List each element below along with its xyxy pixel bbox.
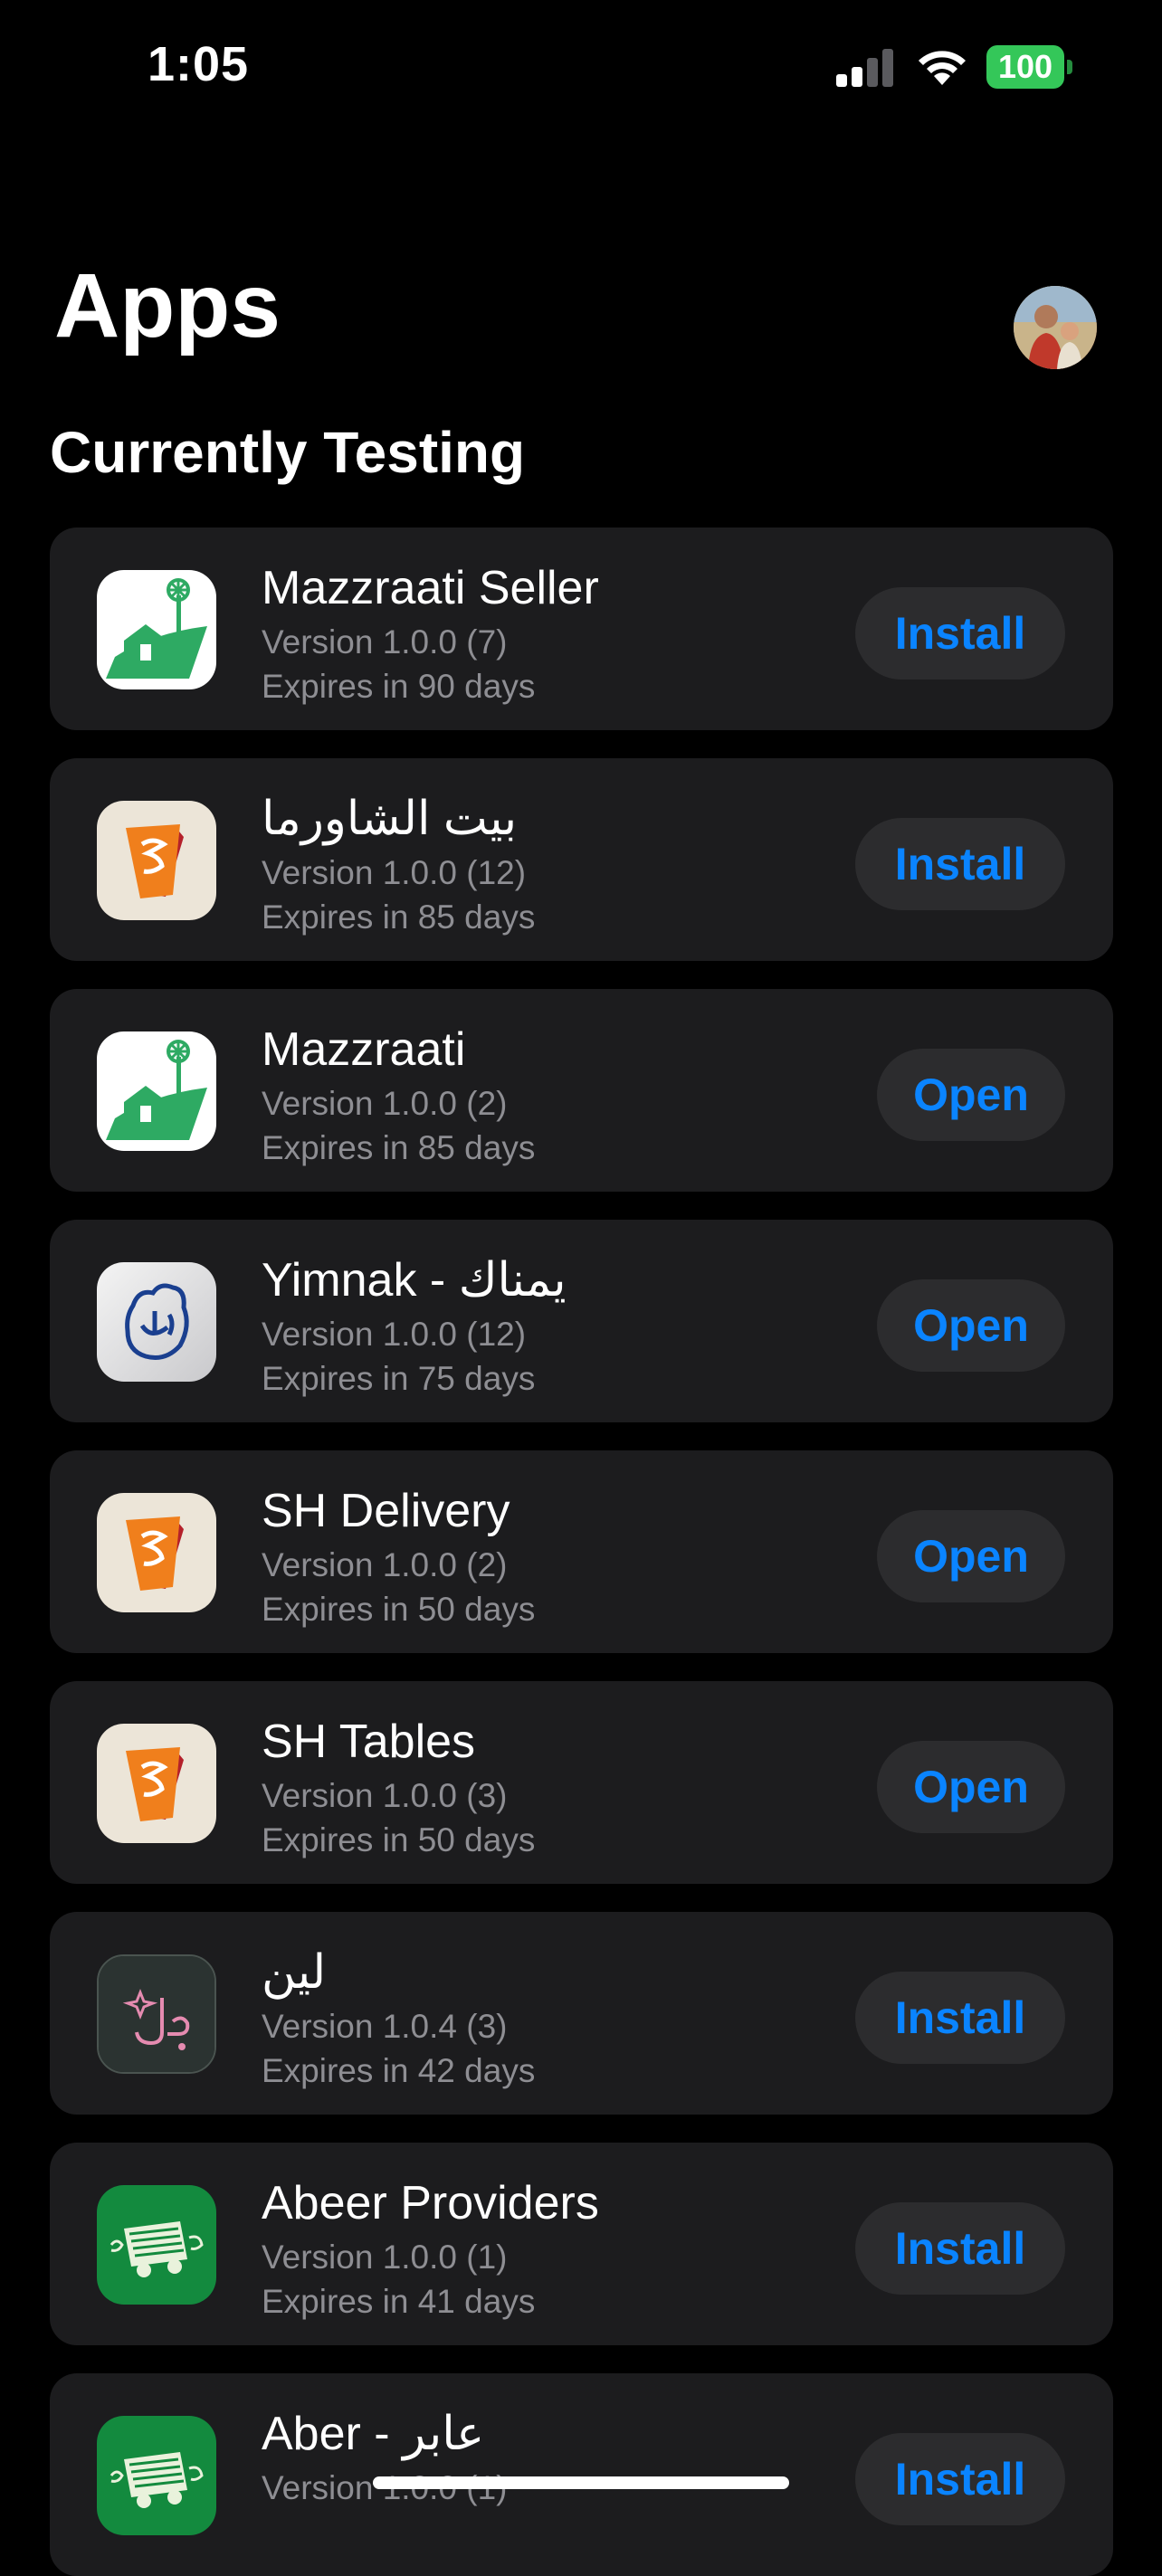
- battery-tip: [1067, 60, 1072, 74]
- open-button[interactable]: Open: [877, 1049, 1065, 1141]
- open-button[interactable]: Open: [877, 1279, 1065, 1372]
- mazzraati-farm-icon: [97, 1031, 216, 1151]
- battery-icon: 100: [986, 45, 1072, 89]
- app-name: SH Delivery: [262, 1485, 510, 1537]
- app-version: Version 1.0.0 (2): [262, 1546, 508, 1583]
- abeer-truck-icon: [97, 2185, 216, 2305]
- app-row[interactable]: SH Delivery Version 1.0.0 (2) Expires in…: [50, 1450, 1113, 1653]
- app-row[interactable]: SH Tables Version 1.0.0 (3) Expires in 5…: [50, 1681, 1113, 1884]
- home-indicator[interactable]: [373, 2476, 789, 2489]
- app-expires: Expires in 50 days: [262, 1591, 536, 1628]
- install-button[interactable]: Install: [855, 1972, 1065, 2064]
- shawarma-house-icon: [97, 801, 216, 920]
- app-row[interactable]: Aber - عابر Version 1.0.0 (1) Install: [50, 2373, 1113, 2576]
- install-button[interactable]: Install: [855, 818, 1065, 910]
- leen-logo-icon: [97, 1954, 216, 2074]
- avatar[interactable]: [1014, 286, 1097, 369]
- app-expires: Expires in 85 days: [262, 898, 536, 936]
- abeer-truck-icon: [97, 2416, 216, 2535]
- app-expires: Expires in 75 days: [262, 1360, 536, 1397]
- app-version: Version 1.0.0 (12): [262, 1316, 527, 1353]
- install-button[interactable]: Install: [855, 2202, 1065, 2295]
- install-button[interactable]: Install: [855, 587, 1065, 680]
- avatar-photo-icon: [1014, 286, 1097, 369]
- app-row[interactable]: Mazzraati Seller Version 1.0.0 (7) Expir…: [50, 528, 1113, 730]
- shawarma-house-icon: [97, 1493, 216, 1612]
- app-expires: Expires in 42 days: [262, 2052, 536, 2089]
- app-row[interactable]: لين Version 1.0.4 (3) Expires in 42 days…: [50, 1912, 1113, 2115]
- app-name: لين: [262, 1946, 327, 1999]
- wifi-icon: [919, 51, 966, 85]
- app-version: Version 1.0.0 (2): [262, 1085, 508, 1122]
- app-name: SH Tables: [262, 1716, 476, 1768]
- cellular-signal-icon: [836, 49, 893, 87]
- app-version: Version 1.0.0 (7): [262, 623, 508, 661]
- battery-level: 100: [986, 45, 1064, 89]
- app-row[interactable]: Abeer Providers Version 1.0.0 (1) Expire…: [50, 2143, 1113, 2345]
- section-title: Currently Testing: [50, 420, 526, 485]
- open-button[interactable]: Open: [877, 1510, 1065, 1602]
- install-button[interactable]: Install: [855, 2433, 1065, 2525]
- app-name: بيت الشاورما: [262, 793, 518, 845]
- app-row[interactable]: Yimnak - يمناك Version 1.0.0 (12) Expire…: [50, 1220, 1113, 1422]
- yimnak-logo-icon: [97, 1262, 216, 1382]
- app-name: Aber - عابر: [262, 2408, 485, 2460]
- app-expires: Expires in 90 days: [262, 668, 536, 705]
- status-time: 1:05: [148, 37, 250, 91]
- status-bar: 1:05 100: [0, 0, 1162, 136]
- app-version: Version 1.0.4 (3): [262, 2008, 508, 2045]
- app-name: Mazzraati Seller: [262, 562, 599, 614]
- mazzraati-farm-icon: [97, 570, 216, 689]
- app-name: Yimnak - يمناك: [262, 1254, 567, 1307]
- app-version: Version 1.0.0 (12): [262, 854, 527, 891]
- app-expires: Expires in 41 days: [262, 2283, 536, 2320]
- app-name: Mazzraati: [262, 1023, 466, 1076]
- page-title: Apps: [54, 255, 281, 356]
- app-version: Version 1.0.0 (1): [262, 2239, 508, 2276]
- app-row[interactable]: بيت الشاورما Version 1.0.0 (12) Expires …: [50, 758, 1113, 961]
- app-expires: Expires in 85 days: [262, 1129, 536, 1166]
- app-version: Version 1.0.0 (3): [262, 1777, 508, 1814]
- app-name: Abeer Providers: [262, 2177, 599, 2229]
- app-row[interactable]: Mazzraati Version 1.0.0 (2) Expires in 8…: [50, 989, 1113, 1192]
- shawarma-house-icon: [97, 1724, 216, 1843]
- open-button[interactable]: Open: [877, 1741, 1065, 1833]
- app-expires: Expires in 50 days: [262, 1821, 536, 1858]
